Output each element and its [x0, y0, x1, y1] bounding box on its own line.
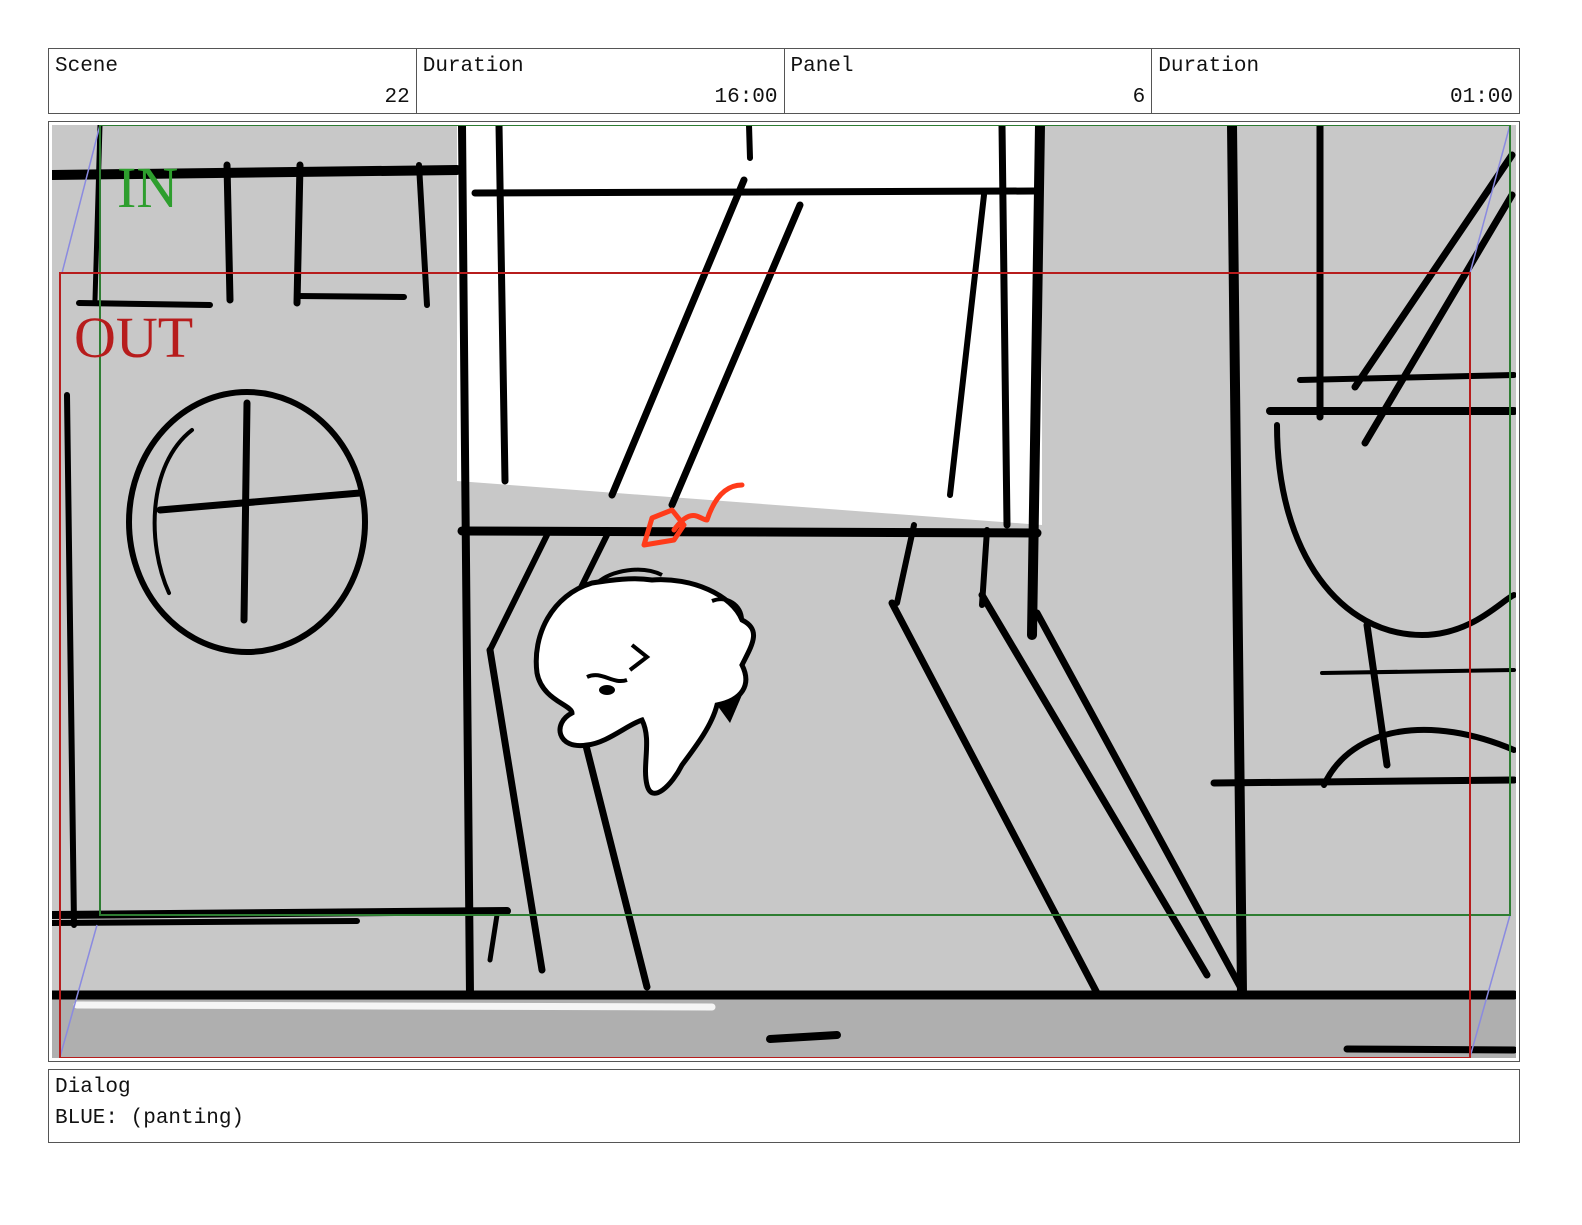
panel-sketch: IN OUT — [52, 125, 1516, 1058]
panel-duration-value: 01:00 — [1449, 86, 1513, 109]
scene-label: Scene — [55, 55, 119, 78]
dialog-label: Dialog — [55, 1076, 131, 1099]
panel-info-header: Scene 22 Duration 16:00 Panel 6 Duration… — [48, 48, 1520, 114]
scene-number: 22 — [384, 86, 410, 109]
in-frame-label: IN — [117, 155, 178, 220]
dialog-text: BLUE: (panting) — [55, 1107, 245, 1130]
panel-duration-cell: Duration 01:00 — [1152, 49, 1519, 113]
panel-duration-label: Duration — [1158, 55, 1260, 78]
scene-cell: Scene 22 — [49, 49, 417, 113]
floor-highlight — [73, 1001, 716, 1011]
scene-duration-value: 16:00 — [714, 86, 778, 109]
panel-number: 6 — [1132, 86, 1146, 109]
panel-label: Panel — [790, 55, 854, 78]
panel-cell: Panel 6 — [785, 49, 1153, 113]
scene-duration-label: Duration — [422, 55, 524, 78]
out-frame-label: OUT — [74, 305, 193, 370]
dialog-box: Dialog BLUE: (panting) — [48, 1069, 1520, 1143]
storyboard-panel: IN OUT — [48, 121, 1520, 1062]
scene-duration-cell: Duration 16:00 — [417, 49, 785, 113]
